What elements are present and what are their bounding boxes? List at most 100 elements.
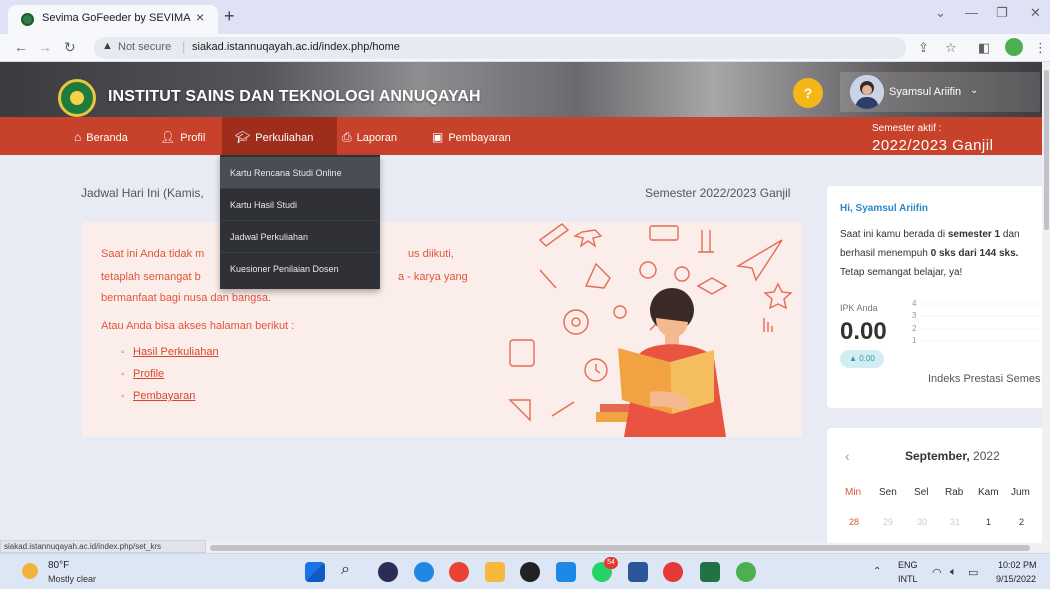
ipk-change-badge: ▲ 0.00: [840, 350, 884, 368]
site-title: INSTITUT SAINS DAN TEKNOLOGI ANNUQAYAH: [108, 88, 481, 105]
weather-temperature[interactable]: 80°F: [48, 560, 69, 571]
clock-date[interactable]: 9/15/2022: [996, 574, 1036, 584]
tab-title: Sevima GoFeeder by SEVIMA: [42, 12, 191, 24]
calendar-month-name: September,: [905, 449, 970, 463]
url-separator: |: [182, 39, 186, 54]
bullet: ◦: [121, 391, 125, 402]
perkuliahan-dropdown: Kartu Rencana Studi Online Kartu Hasil S…: [220, 155, 380, 289]
ipk-label: IPK Anda: [840, 303, 878, 313]
info-text-line: us diikuti,: [408, 248, 454, 260]
nav-item-perkuliahan[interactable]: 🎓︎ Perkuliahan: [235, 130, 313, 144]
calendar-year: 2022: [973, 449, 1000, 463]
new-tab-button[interactable]: +: [224, 6, 235, 27]
greeting-text: berhasil menempuh: [840, 248, 928, 259]
nav-label: Beranda: [86, 132, 128, 144]
horizontal-scrollbar-thumb[interactable]: [210, 545, 1030, 551]
calendar-date[interactable]: 2: [1019, 517, 1024, 527]
word-icon[interactable]: [628, 562, 648, 582]
clock-time[interactable]: 10:02 PM: [998, 560, 1037, 570]
dropdown-item-krs-online[interactable]: Kartu Rencana Studi Online: [220, 157, 380, 189]
ipk-chart-title: Indeks Prestasi Semes: [928, 373, 1041, 385]
side-panel-icon[interactable]: ◧: [978, 40, 990, 56]
nav-item-profil[interactable]: 👤︎ Profil: [160, 130, 205, 144]
address-bar[interactable]: ▲ Not secure | siakad.istannuqayah.ac.id…: [94, 37, 906, 59]
calendar-date[interactable]: 1: [986, 517, 991, 527]
status-url-tooltip: siakad.istannuqayah.ac.id/index.php/set_…: [0, 540, 206, 553]
minimize-icon[interactable]: —: [965, 5, 978, 20]
calendar-date[interactable]: 31: [950, 517, 960, 527]
calendar-date[interactable]: 28: [849, 517, 859, 527]
windows-start-icon[interactable]: [305, 562, 325, 582]
greeting-line: Tetap semangat belajar, ya!: [840, 267, 963, 278]
home-icon: ⌂: [74, 130, 82, 144]
back-icon[interactable]: ←: [14, 39, 28, 55]
greeting-line: berhasil menempuh 0 sks dari 144 sks.: [840, 248, 1018, 259]
bookmark-star-icon[interactable]: ☆: [945, 40, 957, 56]
dropdown-item-khs[interactable]: Kartu Hasil Studi: [220, 189, 380, 221]
browser-toolbar: ← → ↻ ▲ Not secure | siakad.istannuqayah…: [0, 34, 1050, 62]
logo-emblem: [70, 91, 84, 105]
link-hasil-perkuliahan[interactable]: Hasil Perkuliahan: [133, 346, 219, 358]
tray-overflow-icon[interactable]: ⌃: [873, 566, 881, 577]
link-profile[interactable]: Profile: [133, 368, 164, 380]
restore-icon[interactable]: ❐: [996, 5, 1008, 21]
nav-item-laporan[interactable]: ⎙ Laporan: [342, 130, 397, 145]
search-icon[interactable]: ⌕: [341, 561, 350, 579]
chrome-icon[interactable]: [449, 562, 469, 582]
xbox-icon[interactable]: [520, 562, 540, 582]
file-explorer-icon[interactable]: [485, 562, 505, 582]
tab-search-icon[interactable]: ⌄: [935, 5, 946, 21]
help-button[interactable]: ?: [793, 78, 823, 108]
favicon-icon: [21, 13, 34, 26]
excel-icon[interactable]: [700, 562, 720, 582]
ipk-chart-ytick: 2: [912, 324, 917, 333]
vertical-scrollbar-thumb[interactable]: [1044, 70, 1049, 230]
calendar-prev-button[interactable]: ‹: [845, 448, 850, 464]
reload-icon[interactable]: ↻: [64, 39, 76, 56]
moon-weather-icon[interactable]: [22, 563, 38, 579]
weather-description[interactable]: Mostly clear: [48, 574, 96, 584]
language-indicator[interactable]: ENG: [898, 560, 918, 570]
ipk-chart-ytick: 1: [912, 336, 917, 345]
calendar-date[interactable]: 30: [917, 517, 927, 527]
meet-icon[interactable]: [378, 562, 398, 582]
chevron-down-icon[interactable]: ⌄: [970, 85, 978, 96]
volume-icon[interactable]: 🔈︎: [950, 566, 957, 579]
dropdown-item-jadwal[interactable]: Jadwal Perkuliahan: [220, 221, 380, 253]
calendar-day-header: Kam: [978, 487, 999, 498]
browser-tab[interactable]: Sevima GoFeeder by SEVIMA ×: [8, 5, 218, 34]
edge-icon[interactable]: [414, 562, 434, 582]
profile-avatar-icon[interactable]: [1005, 38, 1023, 56]
menu-kebab-icon[interactable]: ⋮: [1034, 40, 1047, 56]
store-icon[interactable]: [556, 562, 576, 582]
link-pembayaran[interactable]: Pembayaran: [133, 390, 195, 402]
nav-label: Profil: [180, 132, 206, 144]
dropdown-item-kuesioner[interactable]: Kuesioner Penilaian Dosen: [220, 253, 380, 285]
nav-item-beranda[interactable]: ⌂ Beranda: [74, 130, 128, 144]
battery-icon[interactable]: ▭: [968, 566, 978, 579]
share-icon[interactable]: ⇪: [918, 40, 929, 56]
tab-close-icon[interactable]: ×: [196, 9, 204, 25]
greeting-semester: semester 1: [947, 229, 1001, 240]
calendar-day-header: Sen: [879, 487, 897, 498]
info-text-line: bermanfaat bagi nusa dan bangsa.: [101, 292, 272, 304]
greeting-sks: 0 sks dari 144 sks.: [930, 248, 1019, 259]
forward-icon[interactable]: →: [38, 39, 52, 55]
institute-logo[interactable]: [58, 79, 96, 117]
schedule-title: Jadwal Hari Ini (Kamis,: [81, 186, 204, 200]
not-secure-label: Not secure: [118, 41, 172, 53]
user-name[interactable]: Syamsul Ariifin: [889, 86, 961, 98]
wifi-icon[interactable]: ◠: [932, 566, 942, 579]
calendar-day-header: Rab: [945, 487, 964, 498]
chrome-app-icon[interactable]: [736, 562, 756, 582]
calendar-date[interactable]: 29: [883, 517, 893, 527]
close-window-icon[interactable]: ✕: [1030, 5, 1041, 21]
nav-item-pembayaran[interactable]: ▣ Pembayaran: [432, 130, 511, 144]
avatar[interactable]: [850, 75, 884, 109]
bullet: ◦: [121, 347, 125, 358]
calendar-month: September, 2022: [905, 449, 1000, 463]
chrome-profile-icon[interactable]: [663, 562, 683, 582]
language-layout[interactable]: INTL: [898, 574, 918, 584]
info-text-line: Saat ini Anda tidak m: [101, 248, 205, 260]
money-icon: ▣: [432, 130, 444, 144]
